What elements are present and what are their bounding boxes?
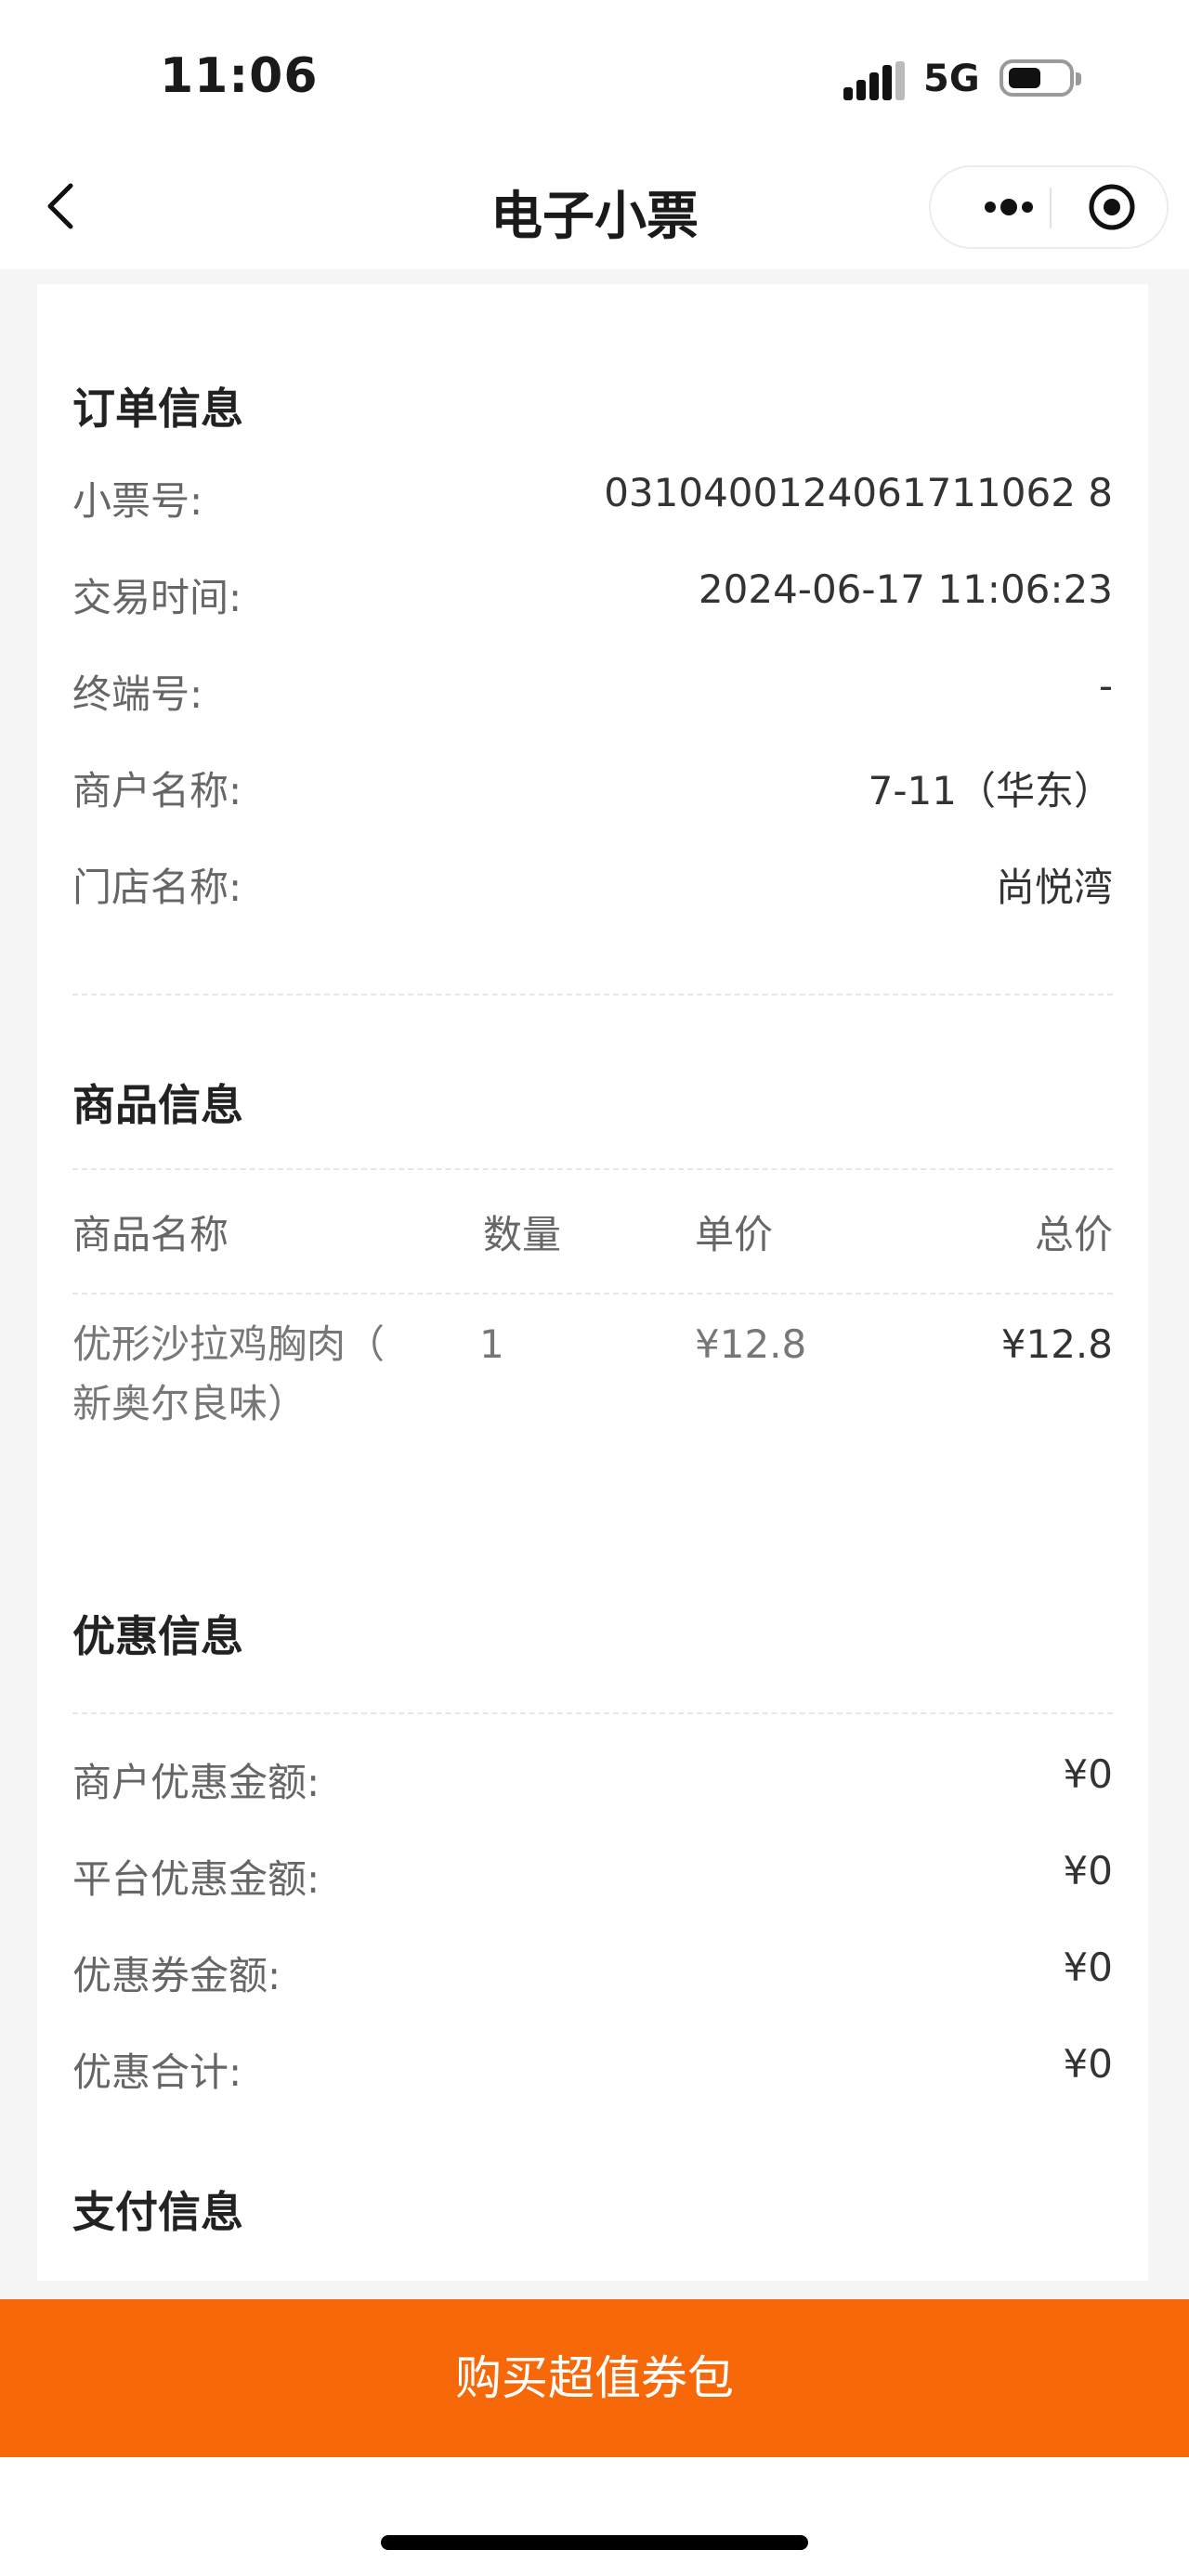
section-divider (72, 994, 1113, 995)
buy-coupon-pack-button[interactable]: 购买超值券包 (0, 2299, 1189, 2457)
section-divider (72, 1712, 1113, 1714)
discount-total-value: ¥0 (1063, 2041, 1113, 2087)
nav-bar: 电子小票 (0, 139, 1189, 269)
payment-info-title: 支付信息 (72, 2187, 243, 2237)
col-header-total: 总价 (1034, 1212, 1113, 1257)
mini-program-capsule (929, 165, 1169, 249)
goods-info-title: 商品信息 (72, 1080, 243, 1130)
trade-time-label: 交易时间: (72, 575, 242, 620)
coupon-amount-label: 优惠券金额: (72, 1953, 281, 1998)
table-row-item-name: 优形沙拉鸡胸肉（ 新奥尔良味） (72, 1315, 463, 1434)
status-bar: 11:06 5G (0, 0, 1189, 158)
platform-discount-value: ¥0 (1063, 1848, 1113, 1893)
close-miniprogram-button[interactable] (1072, 167, 1152, 247)
discount-total-label: 优惠合计: (72, 2049, 242, 2095)
terminal-value: - (1098, 663, 1113, 709)
store-label: 门店名称: (72, 865, 242, 910)
receipt-number-label: 小票号: (72, 478, 203, 524)
signal-icon (843, 61, 905, 100)
item-unit-price: ¥12.8 (695, 1321, 807, 1367)
more-button[interactable] (959, 167, 1052, 247)
battery-icon (1000, 59, 1081, 97)
merchant-discount-value: ¥0 (1063, 1751, 1113, 1797)
receipt-number-value: 0310400124061711062 8 (604, 470, 1113, 515)
terminal-label: 终端号: (72, 671, 203, 717)
capsule-divider (1050, 188, 1052, 228)
bottom-safe-area (0, 2457, 1189, 2576)
merchant-label: 商户名称: (72, 768, 242, 813)
item-name-line2: 新奥尔良味） (72, 1381, 307, 1426)
item-name-line1: 优形沙拉鸡胸肉（ (72, 1321, 385, 1367)
table-divider (72, 1168, 1113, 1170)
trade-time-value: 2024-06-17 11:06:23 (698, 566, 1113, 612)
col-header-qty: 数量 (483, 1212, 562, 1257)
more-dots-icon (985, 199, 1033, 215)
table-divider (72, 1293, 1113, 1295)
network-type: 5G (923, 58, 980, 100)
merchant-value: 7-11（华东） (868, 768, 1113, 813)
discount-info-title: 优惠信息 (72, 1611, 243, 1661)
order-info-title: 订单信息 (72, 384, 243, 434)
home-indicator (381, 2535, 808, 2550)
receipt-card: 订单信息 小票号: 0310400124061711062 8 交易时间: 20… (37, 284, 1148, 2281)
merchant-discount-label: 商户优惠金额: (72, 1760, 320, 1805)
col-header-unit: 单价 (695, 1212, 774, 1257)
coupon-amount-value: ¥0 (1063, 1945, 1113, 1990)
item-total-price: ¥12.8 (1000, 1321, 1113, 1367)
status-time: 11:06 (160, 48, 319, 104)
store-value: 尚悦湾 (995, 865, 1113, 910)
platform-discount-label: 平台优惠金额: (72, 1856, 320, 1902)
item-qty: 1 (479, 1321, 504, 1367)
target-circle-icon (1089, 184, 1135, 230)
col-header-name: 商品名称 (72, 1212, 229, 1257)
